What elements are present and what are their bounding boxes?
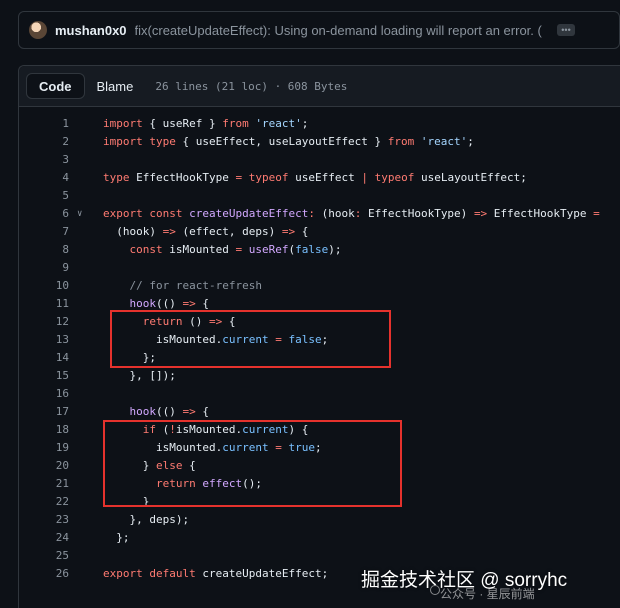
line-content: isMounted.current = true;	[103, 441, 322, 454]
line-number[interactable]: 25	[35, 547, 69, 565]
line-number[interactable]: 17	[35, 403, 69, 421]
tab-code[interactable]: Code	[26, 73, 85, 99]
watermark: 掘金技术社区 @ sorryhc	[361, 570, 568, 591]
line-number[interactable]: 14	[35, 349, 69, 367]
line-number[interactable]: 19	[35, 439, 69, 457]
line-content: import type { useEffect, useLayoutEffect…	[103, 135, 474, 148]
line-number[interactable]: 2	[35, 133, 69, 151]
code-line: 13 isMounted.current = false;	[19, 331, 620, 349]
code-line: 5	[19, 187, 620, 205]
line-content: hook(() => {	[129, 405, 210, 418]
line-number[interactable]: 26	[35, 565, 69, 583]
line-content: type EffectHookType = typeof useEffect |…	[103, 171, 527, 184]
expand-commit-button[interactable]: •••	[557, 24, 575, 36]
line-number[interactable]: 4	[35, 169, 69, 187]
file-header: Code Blame 26 lines (21 loc) · 608 Bytes	[19, 66, 620, 107]
line-content: export const createUpdateEffect: (hook: …	[103, 207, 600, 220]
code-line: 2 import type { useEffect, useLayoutEffec…	[19, 133, 620, 151]
fold-chevron-icon[interactable]: ∨	[77, 205, 87, 223]
line-number[interactable]: 23	[35, 511, 69, 529]
line-content: return effect();	[155, 477, 262, 490]
line-content: return () => {	[142, 315, 236, 328]
line-number[interactable]: 22	[35, 493, 69, 511]
code-line: 18 if (!isMounted.current) {	[19, 421, 620, 439]
line-number[interactable]: 3	[35, 151, 69, 169]
code-line: 9	[19, 259, 620, 277]
line-number[interactable]: 9	[35, 259, 69, 277]
file-viewer: Code Blame 26 lines (21 loc) · 608 Bytes…	[18, 65, 620, 608]
code-line: 17 hook(() => {	[19, 403, 620, 421]
code-line: 4 type EffectHookType = typeof useEffect …	[19, 169, 620, 187]
tab-blame[interactable]: Blame	[85, 73, 146, 99]
line-content: }, []);	[103, 369, 176, 382]
line-number[interactable]: 12	[35, 313, 69, 331]
code-line: 7 (hook) => (effect, deps) => {	[19, 223, 620, 241]
line-content: (hook) => (effect, deps) => {	[103, 225, 309, 238]
code-line: 8 const isMounted = useRef(false);	[19, 241, 620, 259]
code-line: 21 return effect();	[19, 475, 620, 493]
view-toggle: Code Blame	[26, 73, 145, 99]
line-content: export default createUpdateEffect;	[103, 567, 329, 580]
line-number[interactable]: 24	[35, 529, 69, 547]
code-line: 12 return () => {	[19, 313, 620, 331]
line-number[interactable]: 7	[35, 223, 69, 241]
line-number[interactable]: 16	[35, 385, 69, 403]
line-number[interactable]: 21	[35, 475, 69, 493]
line-number[interactable]: 10	[35, 277, 69, 295]
line-content: }	[103, 495, 150, 508]
commit-author[interactable]: mushan0x0	[55, 23, 127, 38]
line-content: hook(() => {	[129, 297, 210, 310]
line-content: };	[103, 531, 130, 544]
code-line: 1 import { useRef } from 'react';	[19, 115, 620, 133]
code-view: 1 import { useRef } from 'react'; 2 import …	[19, 115, 620, 583]
line-content: if (!isMounted.current) {	[142, 423, 309, 436]
line-content: // for react-refresh	[129, 279, 262, 292]
line-number[interactable]: 13	[35, 331, 69, 349]
line-number[interactable]: 11	[35, 295, 69, 313]
line-number[interactable]: 6	[35, 205, 69, 223]
code-line: 15 }, []);	[19, 367, 620, 385]
line-number[interactable]: 5	[35, 187, 69, 205]
avatar[interactable]	[29, 21, 47, 39]
line-content: const isMounted = useRef(false);	[129, 243, 342, 256]
line-number[interactable]: 1	[35, 115, 69, 133]
file-stats: 26 lines (21 loc) · 608 Bytes	[155, 79, 348, 93]
code-line: 3	[19, 151, 620, 169]
line-content: } else {	[103, 459, 196, 472]
code-line: 22 }	[19, 493, 620, 511]
line-content: isMounted.current = false;	[103, 333, 329, 346]
latest-commit-bar: mushan0x0 fix(createUpdateEffect): Using…	[18, 11, 620, 49]
code-line: 11 hook(() => {	[19, 295, 620, 313]
code-line: 19 isMounted.current = true;	[19, 439, 620, 457]
line-content: }, deps);	[103, 513, 190, 526]
code-line: 14 };	[19, 349, 620, 367]
line-number[interactable]: 8	[35, 241, 69, 259]
commit-message[interactable]: fix(createUpdateEffect): Using on-demand…	[135, 23, 543, 38]
code-line: 24 };	[19, 529, 620, 547]
code-line: 16	[19, 385, 620, 403]
line-content: import { useRef } from 'react';	[103, 117, 309, 130]
line-content: };	[103, 351, 156, 364]
line-number[interactable]: 15	[35, 367, 69, 385]
code-line: 25	[19, 547, 620, 565]
code-line: 6 ∨ export const createUpdateEffect: (hook…	[19, 205, 620, 223]
code-line: 23 }, deps);	[19, 511, 620, 529]
code-line: 20 } else {	[19, 457, 620, 475]
code-line: 10 // for react-refresh	[19, 277, 620, 295]
line-number[interactable]: 18	[35, 421, 69, 439]
line-number[interactable]: 20	[35, 457, 69, 475]
